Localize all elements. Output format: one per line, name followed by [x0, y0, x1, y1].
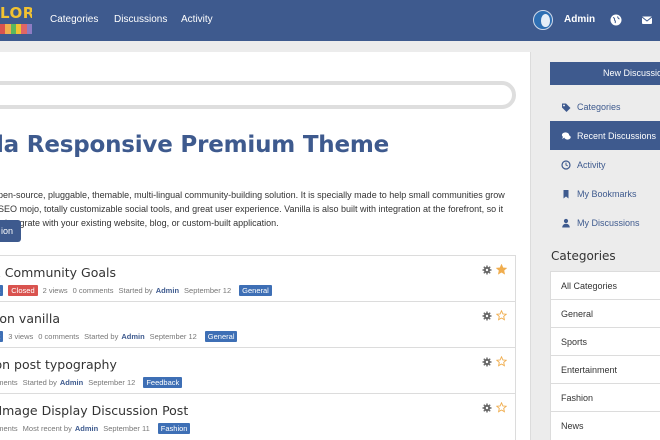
- author-info: Started by Admin: [23, 378, 84, 387]
- category-item[interactable]: Sports: [551, 328, 660, 356]
- site-logo[interactable]: LOR: [0, 6, 32, 34]
- search-input[interactable]: [0, 81, 516, 109]
- sidebar-item-my-discussions[interactable]: My Discussions: [550, 208, 660, 237]
- author-link[interactable]: Admin: [121, 332, 144, 341]
- category-badge[interactable]: General: [204, 330, 238, 342]
- discussion-row[interactable]: ion post typography mments Started byAdmi…: [0, 348, 515, 394]
- user-name-link[interactable]: Admin: [564, 14, 595, 26]
- author-label: Started by: [22, 377, 57, 387]
- discussion-meta: nt 3 views 0 comments Started byAdmin Septem…: [0, 330, 238, 342]
- categories-heading: Categories: [551, 249, 616, 263]
- star-outline-icon[interactable]: [496, 356, 507, 367]
- intro-line: SEO mojo, totally customizable social to…: [0, 204, 504, 214]
- sidebar-item-categories[interactable]: Categories: [550, 92, 660, 121]
- category-item[interactable]: News: [551, 412, 660, 440]
- intro-line: y integrate with your existing website, …: [0, 218, 279, 228]
- new-discussion-button[interactable]: New Discussion: [550, 62, 660, 85]
- discussion-date: September 11: [103, 423, 150, 433]
- discussion-meta: nt Closed 2 views 0 comments Started byAdmin…: [0, 284, 272, 296]
- intro-text: pen-source, pluggable, themable, multi-l…: [0, 188, 518, 230]
- user-avatar[interactable]: [533, 10, 553, 30]
- envelope-icon[interactable]: [640, 13, 654, 27]
- star-outline-icon[interactable]: [496, 310, 507, 321]
- intro-line: pen-source, pluggable, themable, multi-l…: [0, 190, 505, 200]
- sidebar-item-label: Activity: [577, 159, 606, 170]
- category-item[interactable]: Entertainment: [551, 356, 660, 384]
- author-label: Started by: [118, 285, 153, 295]
- logo-color-bar: [26, 24, 32, 34]
- bookmark-icon: [563, 189, 569, 198]
- discussion-meta: mments Most recent byAdmin September 11 Fas…: [0, 422, 191, 434]
- view-count: 3 views: [8, 331, 34, 341]
- nav-categories[interactable]: Categories: [50, 14, 98, 26]
- discussion-title[interactable]: l Image Display Discussion Post: [0, 403, 188, 418]
- category-badge[interactable]: Fashion: [157, 422, 191, 434]
- sidebar-item-recent-discussions[interactable]: Recent Discussions: [550, 121, 660, 150]
- tags-icon: [562, 103, 571, 112]
- sidebar-nav: Categories Recent Discussions Activity My B…: [550, 92, 660, 237]
- sidebar-item-label: My Discussions: [577, 217, 640, 228]
- discussion-row[interactable]: tion vanilla nt 3 views 0 comments Started …: [0, 302, 515, 348]
- sidebar-item-label: Recent Discussions: [577, 130, 657, 141]
- category-badge[interactable]: General: [239, 284, 272, 296]
- logo-color-bars: [0, 24, 32, 34]
- sidebar-item-label: My Bookmarks: [577, 188, 637, 199]
- comments-icon: [561, 131, 571, 140]
- category-item[interactable]: General: [551, 300, 660, 328]
- author-label: Most recent by: [22, 423, 72, 433]
- nav-discussions[interactable]: Discussions: [114, 14, 167, 26]
- comment-count: 0 comments: [72, 285, 114, 295]
- gear-icon[interactable]: [482, 311, 492, 321]
- discussion-date: September 12: [88, 377, 136, 387]
- sidebar-item-my-bookmarks[interactable]: My Bookmarks: [550, 179, 660, 208]
- gear-icon[interactable]: [482, 357, 492, 367]
- comment-count: mments: [0, 423, 18, 433]
- star-filled-icon[interactable]: [496, 264, 507, 275]
- announcement-badge: nt: [0, 284, 4, 296]
- gear-icon[interactable]: [482, 403, 492, 413]
- comment-count: 0 comments: [38, 331, 80, 341]
- discussion-row[interactable]: & Community Goals nt Closed 2 views 0 comme…: [0, 256, 515, 302]
- logo-text: LOR: [0, 6, 32, 22]
- category-list: All Categories General Sports Entertainment…: [550, 271, 660, 440]
- category-item[interactable]: Fashion: [551, 384, 660, 412]
- discussion-date: September 12: [184, 285, 232, 295]
- clock-icon: [561, 159, 571, 170]
- sidebar-item-activity[interactable]: Activity: [550, 150, 660, 179]
- announcement-badge: nt: [0, 330, 4, 342]
- discussion-title[interactable]: ion post typography: [0, 357, 117, 372]
- discussion-list: & Community Goals nt Closed 2 views 0 comme…: [0, 255, 516, 440]
- discussion-title[interactable]: tion vanilla: [0, 311, 60, 326]
- author-link[interactable]: Admin: [60, 378, 83, 387]
- author-info: Started by Admin: [119, 286, 180, 295]
- main-content: la Responsive Premium Theme pen-source, …: [0, 52, 531, 440]
- category-badge[interactable]: Feedback: [143, 376, 183, 388]
- author-info: Most recent by Admin: [23, 424, 99, 433]
- sidebar-item-label: Categories: [577, 101, 621, 112]
- closed-badge: Closed: [8, 284, 38, 296]
- discussion-title[interactable]: & Community Goals: [0, 265, 116, 280]
- sidebar: New Discussion Categories Recent Discussi…: [542, 52, 660, 440]
- globe-icon[interactable]: [609, 13, 623, 27]
- star-outline-icon[interactable]: [496, 402, 507, 413]
- user-icon: [562, 218, 570, 227]
- top-navbar: LOR Categories Discussions Activity Admi…: [0, 0, 660, 41]
- view-count: 2 views: [42, 285, 68, 295]
- author-info: Started by Admin: [84, 332, 145, 341]
- discussion-meta: mments Started byAdmin September 12 Feedbac…: [0, 376, 183, 388]
- gear-icon[interactable]: [482, 265, 492, 275]
- nav-activity[interactable]: Activity: [181, 14, 213, 26]
- author-link[interactable]: Admin: [75, 424, 98, 433]
- start-discussion-button[interactable]: ion: [0, 220, 21, 242]
- discussion-row[interactable]: l Image Display Discussion Post mments Mo…: [0, 394, 515, 440]
- page-title: la Responsive Premium Theme: [0, 132, 390, 158]
- author-label: Started by: [84, 331, 119, 341]
- comment-count: mments: [0, 377, 18, 387]
- category-item[interactable]: All Categories: [551, 272, 660, 300]
- author-link[interactable]: Admin: [156, 286, 179, 295]
- discussion-date: September 12: [149, 331, 197, 341]
